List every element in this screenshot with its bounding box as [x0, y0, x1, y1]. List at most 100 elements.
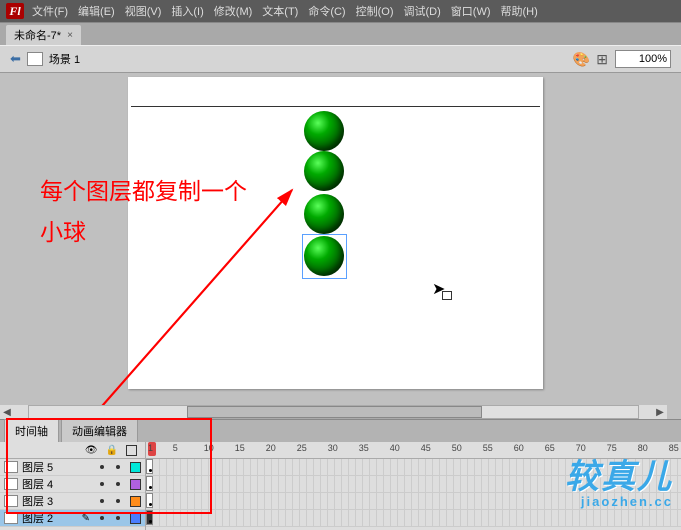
keyframe-cell[interactable] — [146, 493, 153, 508]
visibility-dot[interactable] — [100, 499, 104, 503]
back-arrow-icon[interactable]: ⬅ — [10, 51, 21, 67]
outline-icon[interactable] — [126, 445, 137, 456]
menu-view[interactable]: 视图(V) — [125, 3, 162, 19]
close-icon[interactable]: × — [67, 30, 73, 41]
tab-timeline[interactable]: 时间轴 — [4, 419, 59, 442]
lock-dot[interactable] — [116, 499, 120, 503]
keyframe-cell[interactable] — [146, 476, 153, 491]
panel-tab-bar: 时间轴 动画编辑器 — [0, 419, 681, 442]
layer-name-label: 图层 3 — [22, 493, 94, 509]
layer-header: 👁 🔒 — [0, 442, 145, 459]
canvas[interactable]: ➤ — [128, 77, 543, 389]
layer-row[interactable]: 图层 4 — [0, 476, 145, 493]
layer-type-icon — [4, 495, 18, 507]
menu-text[interactable]: 文本(T) — [262, 3, 298, 19]
ruler-tick: 35 — [359, 443, 369, 453]
menu-help[interactable]: 帮助(H) — [501, 3, 538, 19]
lock-icon[interactable]: 🔒 — [106, 445, 118, 456]
scene-icon — [27, 52, 43, 66]
keyframe-cell[interactable] — [146, 459, 153, 474]
layer-type-icon — [4, 461, 18, 473]
ruler-tick: 5 — [173, 443, 178, 453]
frame-row[interactable] — [146, 459, 681, 476]
zoom-input[interactable] — [615, 50, 671, 68]
layer-color-swatch[interactable] — [130, 496, 141, 507]
stage-area: ➤ 每个图层都复制一个 小球 ◀ ▶ — [0, 73, 681, 419]
canvas-rule-line — [131, 106, 540, 107]
lock-dot[interactable] — [116, 465, 120, 469]
cursor-icon: ➤ — [432, 279, 445, 299]
ball-1[interactable] — [304, 111, 344, 151]
layer-row[interactable]: 图层 2 ✎ — [0, 510, 145, 527]
ruler-tick: 55 — [483, 443, 493, 453]
layer-color-swatch[interactable] — [130, 462, 141, 473]
layer-color-swatch[interactable] — [130, 513, 141, 524]
document-tab[interactable]: 未命名-7* × — [6, 25, 81, 45]
lock-dot[interactable] — [116, 482, 120, 486]
menu-command[interactable]: 命令(C) — [308, 3, 345, 19]
visibility-dot[interactable] — [100, 482, 104, 486]
document-tab-bar: 未命名-7* × — [0, 22, 681, 45]
ruler-tick: 80 — [638, 443, 648, 453]
ball-4[interactable] — [304, 236, 344, 276]
stage-horizontal-scrollbar[interactable]: ◀ ▶ — [0, 405, 667, 419]
layer-row[interactable]: 图层 5 — [0, 459, 145, 476]
keyframe-dot — [149, 486, 152, 489]
pencil-icon: ✎ — [82, 513, 90, 524]
menu-debug[interactable]: 调试(D) — [404, 3, 441, 19]
lock-dot[interactable] — [116, 516, 120, 520]
ruler-tick: 15 — [235, 443, 245, 453]
keyframe-dot — [149, 520, 152, 523]
timeline-panel: 👁 🔒 图层 5 图层 4 图层 3 图层 2 ✎ 15101520253035… — [0, 442, 681, 530]
frame-row[interactable] — [146, 510, 681, 527]
ruler-tick: 10 — [204, 443, 214, 453]
menu-bar: Fl 文件(F) 编辑(E) 视图(V) 插入(I) 修改(M) 文本(T) 命… — [0, 0, 681, 22]
ruler-tick: 60 — [514, 443, 524, 453]
ruler-tick: 20 — [266, 443, 276, 453]
layer-row[interactable]: 图层 3 — [0, 493, 145, 510]
ruler-tick: 50 — [452, 443, 462, 453]
frames-column: 1510152025303540455055606570758085 — [146, 442, 681, 530]
ruler-tick: 45 — [421, 443, 431, 453]
frame-ruler[interactable]: 1510152025303540455055606570758085 — [146, 442, 681, 459]
ruler-tick: 70 — [576, 443, 586, 453]
ball-2[interactable] — [304, 151, 344, 191]
menu-insert[interactable]: 插入(I) — [171, 3, 203, 19]
menu-edit[interactable]: 编辑(E) — [78, 3, 115, 19]
visibility-dot[interactable] — [100, 465, 104, 469]
ball-3[interactable] — [304, 194, 344, 234]
visibility-dot[interactable] — [100, 516, 104, 520]
ruler-tick: 65 — [545, 443, 555, 453]
scroll-track[interactable] — [28, 405, 639, 419]
ruler-tick: 85 — [669, 443, 679, 453]
keyframe-dot — [149, 503, 152, 506]
frame-row[interactable] — [146, 476, 681, 493]
layer-color-swatch[interactable] — [130, 479, 141, 490]
ruler-tick: 75 — [607, 443, 617, 453]
frame-row[interactable] — [146, 493, 681, 510]
menu-modify[interactable]: 修改(M) — [214, 3, 253, 19]
edit-scene-icon[interactable]: 🎨 — [573, 51, 590, 68]
ruler-tick: 30 — [328, 443, 338, 453]
tab-motion-editor[interactable]: 动画编辑器 — [61, 419, 138, 442]
scroll-right-icon[interactable]: ▶ — [653, 407, 667, 418]
layer-type-icon — [4, 478, 18, 490]
eye-icon[interactable]: 👁 — [85, 445, 98, 456]
menu-file[interactable]: 文件(F) — [32, 3, 68, 19]
keyframe-cell[interactable] — [146, 510, 153, 525]
layers-column: 👁 🔒 图层 5 图层 4 图层 3 图层 2 ✎ — [0, 442, 146, 530]
keyframe-dot — [149, 469, 152, 472]
layer-name-label: 图层 5 — [22, 459, 94, 475]
scene-label: 场景 1 — [49, 51, 80, 67]
symbol-edit-icon[interactable]: ⊞ — [596, 51, 608, 68]
menu-window[interactable]: 窗口(W) — [451, 3, 491, 19]
scene-bar: ⬅ 场景 1 🎨 ⊞ — [0, 45, 681, 73]
scroll-thumb[interactable] — [187, 406, 481, 418]
ruler-tick: 40 — [390, 443, 400, 453]
menu-control[interactable]: 控制(O) — [356, 3, 394, 19]
ruler-tick: 25 — [297, 443, 307, 453]
layer-name-label: 图层 2 — [22, 510, 78, 526]
ruler-tick: 1 — [148, 443, 153, 453]
scroll-left-icon[interactable]: ◀ — [0, 407, 14, 418]
app-logo: Fl — [6, 3, 24, 19]
